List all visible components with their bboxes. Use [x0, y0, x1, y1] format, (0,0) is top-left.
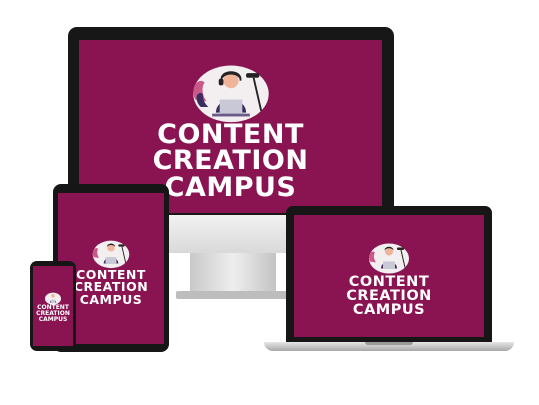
laptop-screen: CONTENT CREATION CAMPUS [294, 215, 484, 337]
brand-line-3: CAMPUS [164, 171, 297, 203]
desktop-stand [190, 253, 276, 293]
brand-title: CONTENT CREATION CAMPUS [346, 273, 432, 319]
brand-line-1: CONTENT [348, 273, 430, 290]
podcaster-illustration-icon [192, 65, 269, 122]
phone-screen: CONTENT CREATION CAMPUS [33, 266, 73, 346]
brand-line-3: CAMPUS [79, 291, 143, 307]
brand-line-3: CAMPUS [352, 302, 426, 319]
brand-line-2: CREATION [152, 145, 309, 177]
brand-line-3: CAMPUS [38, 315, 68, 323]
podcaster-illustration-icon [45, 292, 61, 305]
podcaster-illustration-icon [369, 243, 409, 274]
brand-title: CONTENT CREATION CAMPUS [74, 268, 148, 307]
brand-line-2: CREATION [346, 287, 432, 304]
brand-title: CONTENT CREATION CAMPUS [36, 305, 70, 323]
podcaster-illustration-icon [92, 240, 130, 269]
brand-title: CONTENT CREATION CAMPUS [152, 121, 309, 203]
laptop-notch [365, 342, 413, 345]
desktop-stand-foot [176, 291, 290, 299]
